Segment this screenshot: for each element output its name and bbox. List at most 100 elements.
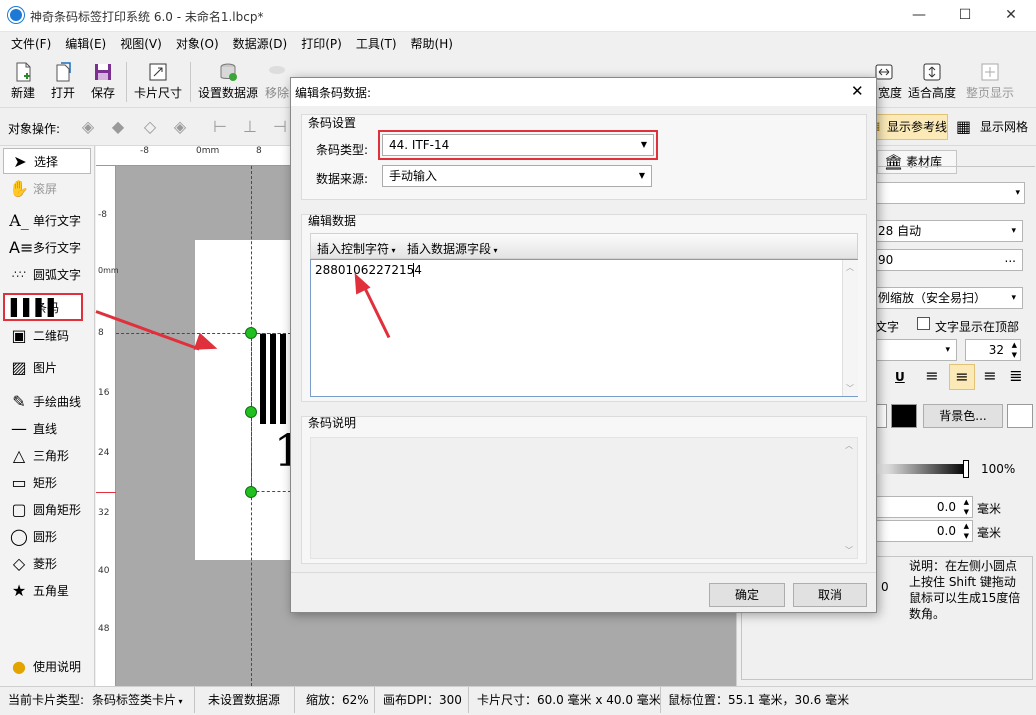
textarea-scrollbar[interactable]: ︿ ﹀ xyxy=(842,260,858,396)
menu-help[interactable]: 帮助(H) xyxy=(404,32,460,56)
menu-tools[interactable]: 工具(T) xyxy=(349,32,404,56)
tool-diamond[interactable]: ◇ 菱形 xyxy=(3,551,91,577)
set-datasource-button[interactable]: 设置数据源 xyxy=(196,58,260,106)
menu-object[interactable]: 对象(O) xyxy=(169,32,226,56)
set-datasource-label: 设置数据源 xyxy=(197,86,258,100)
menu-edit[interactable]: 编辑(E) xyxy=(58,32,113,56)
y-unit-label: 毫米 xyxy=(977,526,1002,540)
tool-triangle-label: 三角形 xyxy=(33,449,70,463)
remove-datasource-button[interactable]: 移除 xyxy=(264,58,290,106)
font-size-spinner[interactable]: 32 ▲ ▼ xyxy=(965,339,1021,361)
layer-top-icon[interactable]: ◆ xyxy=(108,117,128,137)
menu-file[interactable]: 文件(F) xyxy=(4,32,58,56)
font-select[interactable]: ▾ xyxy=(873,339,957,361)
insert-datasource-field-button[interactable]: 插入数据源字段 ▾ xyxy=(407,240,498,257)
tool-triangle[interactable]: △ 三角形 xyxy=(3,443,91,469)
menu-view[interactable]: 视图(V) xyxy=(113,32,169,56)
save-label: 保存 xyxy=(90,86,115,100)
layer-up-icon[interactable]: ◈ xyxy=(78,117,98,137)
tool-arc-text[interactable]: ∴∵ 圆弧文字 xyxy=(3,262,91,288)
open-button[interactable]: 打开 xyxy=(46,58,80,106)
tool-star[interactable]: ★ 五角星 xyxy=(3,578,91,604)
tool-arc-text-label: 圆弧文字 xyxy=(33,268,82,282)
menu-print[interactable]: 打印(P) xyxy=(294,32,349,56)
title-bar: 神奇条码标签打印系统 6.0 - 未命名1.lbcp* — ☐ ✕ xyxy=(0,0,1036,32)
tool-rounded-rect[interactable]: ▢ 圆角矩形 xyxy=(3,497,91,523)
dialog-close-button[interactable]: ✕ xyxy=(851,82,864,100)
chevron-down-icon: ▼ xyxy=(640,140,647,149)
data-field-value: 90 xyxy=(878,253,894,267)
align-center-text-icon[interactable]: ≡ xyxy=(949,364,975,390)
description-scrollbar[interactable]: ︿ ﹀ xyxy=(842,438,858,558)
fit-height-label: 适合高度 xyxy=(907,86,956,100)
resize-handle[interactable] xyxy=(245,406,257,418)
ok-button[interactable]: 确定 xyxy=(709,583,785,607)
opacity-slider-thumb[interactable] xyxy=(963,460,969,478)
auto-select[interactable]: 28 自动 ▾ xyxy=(873,220,1023,242)
toolbar-separator xyxy=(126,62,127,102)
tool-freehand[interactable]: ✎ 手绘曲线 xyxy=(3,389,91,415)
opacity-slider-track[interactable] xyxy=(875,464,967,474)
barcode-object[interactable]: 1 xyxy=(251,333,302,492)
tool-rectangle-label: 矩形 xyxy=(33,476,58,490)
layer-bottom-icon[interactable]: ◈ xyxy=(170,117,190,137)
data-source-select[interactable]: 手动输入 ▼ xyxy=(382,165,652,187)
open-file-icon xyxy=(56,62,71,82)
scale-mode-select[interactable]: 例缩放（安全易扫） ▾ xyxy=(873,287,1023,309)
menu-datasource[interactable]: 数据源(D) xyxy=(226,32,295,56)
underline-button[interactable]: U xyxy=(895,370,905,384)
tool-select[interactable]: ➤ 选择 xyxy=(3,148,91,174)
image-icon: ▨ xyxy=(11,358,27,377)
barcode-icon: ▌▌▌▌ xyxy=(11,298,61,317)
align-right-text-icon[interactable]: ≡ xyxy=(979,366,1001,388)
cancel-button[interactable]: 取消 xyxy=(793,583,867,607)
tool-single-text[interactable]: A_ 单行文字 xyxy=(3,208,91,234)
align-left-icon[interactable]: ⊢ xyxy=(210,117,230,137)
data-toolbar: 插入控制字符 ▾ 插入数据源字段 ▾ xyxy=(310,233,858,259)
tool-rectangle[interactable]: ▭ 矩形 xyxy=(3,470,91,496)
data-field[interactable]: 90... xyxy=(873,249,1023,271)
align-right-icon[interactable]: ⊣ xyxy=(270,117,290,137)
foreground-color-swatch[interactable] xyxy=(891,404,917,428)
text-on-top-checkbox[interactable] xyxy=(917,317,930,330)
barcode-data-textarea[interactable]: 28801062272154 ︿ ﹀ xyxy=(310,259,858,397)
line-icon: — xyxy=(11,419,27,438)
full-page-icon xyxy=(981,63,999,81)
new-button[interactable]: 新建 xyxy=(6,58,40,106)
card-type-dropdown[interactable]: 条码标签类卡片 ▾ xyxy=(92,687,183,715)
app-logo-icon xyxy=(8,7,24,23)
resize-handle[interactable] xyxy=(245,486,257,498)
align-center-icon[interactable]: ⊥ xyxy=(240,117,260,137)
maximize-button[interactable]: ☐ xyxy=(942,0,988,32)
tool-circle[interactable]: ◯ 圆形 xyxy=(3,524,91,550)
show-grid-toggle[interactable]: ▦ 显示网格 xyxy=(956,116,1028,140)
background-color-swatch[interactable] xyxy=(1007,404,1033,428)
save-button[interactable]: 保存 xyxy=(86,58,120,106)
close-button[interactable]: ✕ xyxy=(988,0,1034,32)
layer-down-icon[interactable]: ◇ xyxy=(140,117,160,137)
object-select[interactable]: ▾ xyxy=(873,182,1025,204)
insert-control-char-button[interactable]: 插入控制字符 ▾ xyxy=(317,240,396,257)
tool-multi-text[interactable]: A≡ 多行文字 xyxy=(3,235,91,261)
tool-barcode[interactable]: ▌▌▌▌ 条码 xyxy=(3,293,83,321)
fit-height-button[interactable]: 适合高度 xyxy=(906,58,958,106)
tool-image[interactable]: ▨ 图片 xyxy=(3,355,91,381)
x-position-spinner[interactable]: 0.0 ▲ ▼ xyxy=(873,496,973,518)
tab-library[interactable]: 🏛 素材库 xyxy=(877,150,957,174)
justify-text-icon[interactable]: ≣ xyxy=(1005,366,1027,388)
background-color-button[interactable]: 背景色... xyxy=(923,404,1003,428)
minimize-button[interactable]: — xyxy=(896,0,942,32)
card-size-button[interactable]: 卡片尺寸 xyxy=(132,58,184,106)
full-page-button[interactable]: 整页显示 xyxy=(964,58,1016,106)
barcode-type-select[interactable]: 44. ITF-14 ▼ xyxy=(382,134,654,156)
resize-handle[interactable] xyxy=(245,327,257,339)
tool-help[interactable]: ● 使用说明 xyxy=(3,654,91,680)
browse-button[interactable]: ... xyxy=(1005,248,1016,268)
tool-line[interactable]: — 直线 xyxy=(3,416,91,442)
tool-scroll[interactable]: ✋ 滚屏 xyxy=(3,176,91,202)
y-position-spinner[interactable]: 0.0 ▲ ▼ xyxy=(873,520,973,542)
tool-qrcode[interactable]: ▣ 二维码 xyxy=(3,323,91,349)
pointer-icon: ➤ xyxy=(13,152,27,171)
align-left-text-icon[interactable]: ≡ xyxy=(921,366,943,388)
show-guides-toggle[interactable]: ⁞ 显示参考线 xyxy=(872,114,948,140)
